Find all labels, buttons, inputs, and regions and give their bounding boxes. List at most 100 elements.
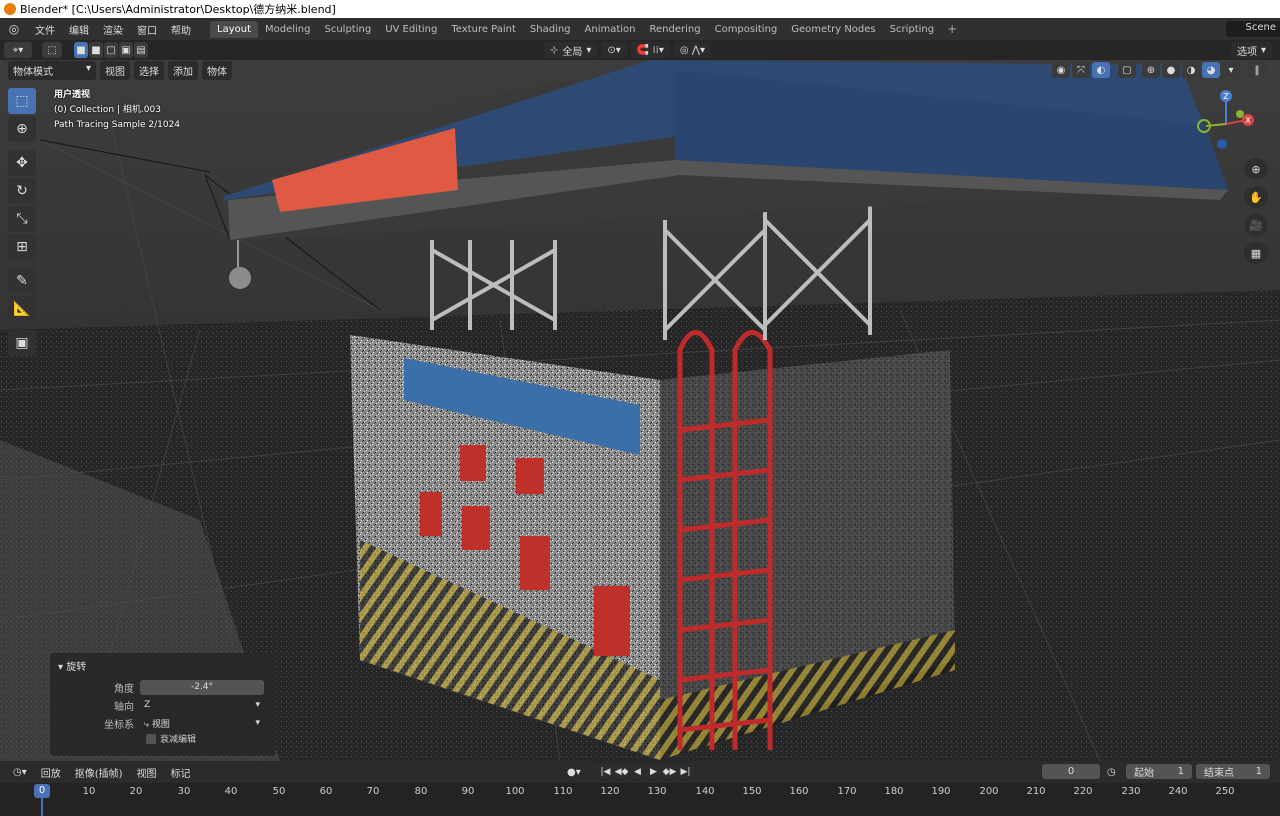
tick-label: 30 <box>177 786 191 797</box>
jump-start-icon[interactable]: |◀ <box>598 764 613 779</box>
auto-keying-icon[interactable]: ●▾ <box>562 767 586 778</box>
ortho-grid-icon[interactable]: ▦ <box>1244 242 1268 264</box>
gizmo-toggle-icon[interactable]: ⤧ <box>1072 62 1090 78</box>
snap-dropdown[interactable]: 🧲 ⁞⁞▾ <box>630 42 670 58</box>
material-shading-icon[interactable]: ◑ <box>1182 62 1200 78</box>
sidebar-toggle-icon[interactable]: ‖ <box>1248 62 1266 78</box>
jump-keyframe-forward-icon[interactable]: ◆▶ <box>662 764 677 779</box>
menu-select[interactable]: 选择 <box>134 60 164 80</box>
checkbox-icon[interactable] <box>146 733 156 744</box>
start-frame-field[interactable]: 起始 1 <box>1126 764 1192 779</box>
transform-orientation-dropdown[interactable]: ⊹ 全局 ▾ <box>544 42 598 58</box>
add-cube-tool-icon[interactable]: ▣ <box>8 330 36 356</box>
rotate-tool-icon[interactable]: ↻ <box>8 178 36 204</box>
proportional-editing-checkbox[interactable]: 衰减编辑 <box>146 732 276 745</box>
jump-keyframe-back-icon[interactable]: ◀◆ <box>614 764 629 779</box>
play-reverse-icon[interactable]: ◀ <box>630 764 645 779</box>
end-frame-field[interactable]: 结束点 1 <box>1196 764 1270 779</box>
play-icon[interactable]: ▶ <box>646 764 661 779</box>
options-dropdown[interactable]: 选项 ▾ <box>1230 42 1272 58</box>
select-tool-icon[interactable]: ⬚ <box>42 42 62 58</box>
timeline-editor-icon[interactable]: ◷▾ <box>8 767 32 778</box>
add-workspace-button[interactable]: + <box>941 22 963 36</box>
timeline-menu-keying[interactable]: 抠像(插帧) <box>70 765 128 780</box>
tick-label: 220 <box>1073 786 1093 797</box>
select-mode-subtract-icon[interactable]: □ <box>104 42 118 58</box>
tab-sculpting[interactable]: Sculpting <box>318 21 379 38</box>
interaction-mode-dropdown[interactable]: 物体模式 ▾ <box>8 60 96 80</box>
shading-options-icon[interactable]: ▾ <box>1222 62 1240 78</box>
3d-viewport[interactable]: 物体模式 ▾ 视图 选择 添加 物体 ◉ ⤧ ◐ ▢ ⊕ ● ◑ ◕ ▾ ‖ 用… <box>0 60 1280 761</box>
timeline-menu-playback[interactable]: 回放 <box>36 765 66 780</box>
tick-label: 200 <box>979 786 999 797</box>
measure-tool-icon[interactable]: 📐 <box>8 296 36 322</box>
menu-file[interactable]: 文件 <box>28 22 62 37</box>
chevron-down-icon: ▾ <box>255 700 260 710</box>
zoom-icon[interactable]: ⊕ <box>1244 158 1268 180</box>
viewport-overlay-info: 用户透视 (0) Collection | 相机.003 Path Tracin… <box>54 88 180 133</box>
menu-help[interactable]: 帮助 <box>164 22 198 37</box>
navigation-gizmo[interactable]: Z X <box>1196 88 1256 158</box>
tab-geometry-nodes[interactable]: Geometry Nodes <box>784 21 882 38</box>
menu-render[interactable]: 渲染 <box>96 22 130 37</box>
tab-rendering[interactable]: Rendering <box>643 21 708 38</box>
tab-uv-editing[interactable]: UV Editing <box>378 21 444 38</box>
menu-edit[interactable]: 编辑 <box>62 22 96 37</box>
rendered-shading-icon[interactable]: ◕ <box>1202 62 1220 78</box>
pan-hand-icon[interactable]: ✋ <box>1244 186 1268 208</box>
timeline-menu-marker[interactable]: 标记 <box>166 765 196 780</box>
timeline-menu-view[interactable]: 视图 <box>132 765 162 780</box>
jump-end-icon[interactable]: ▶| <box>678 764 693 779</box>
pivot-dropdown[interactable]: ⊙▾ <box>601 42 627 58</box>
tick-label: 180 <box>884 786 904 797</box>
tab-animation[interactable]: Animation <box>578 21 643 38</box>
tick-label: 150 <box>742 786 762 797</box>
neg-y-axis-handle[interactable] <box>1236 110 1244 118</box>
angle-field[interactable]: -2.4° <box>140 679 264 695</box>
tab-modeling[interactable]: Modeling <box>258 21 318 38</box>
annotate-tool-icon[interactable]: ✎ <box>8 268 36 294</box>
menu-view[interactable]: 视图 <box>100 60 130 80</box>
axis-dropdown[interactable]: Z ▾ <box>140 697 264 713</box>
neg-z-axis-handle[interactable] <box>1217 139 1227 149</box>
tick-label: 130 <box>647 786 667 797</box>
visibility-icon[interactable]: ◉ <box>1052 62 1070 78</box>
scale-tool-icon[interactable]: ⤡ <box>8 206 36 232</box>
camera-view-icon[interactable]: 🎥 <box>1244 214 1268 236</box>
tab-shading[interactable]: Shading <box>523 21 578 38</box>
overlay-toggle-icon[interactable]: ◐ <box>1092 62 1110 78</box>
tab-texture-paint[interactable]: Texture Paint <box>444 21 523 38</box>
menu-window[interactable]: 窗口 <box>130 22 164 37</box>
solid-shading-icon[interactable]: ● <box>1162 62 1180 78</box>
menu-add[interactable]: 添加 <box>168 60 198 80</box>
editor-type-icon[interactable]: ⌖▾ <box>4 42 32 58</box>
select-mode-extend-icon[interactable]: ■ <box>89 42 103 58</box>
tick-label: 110 <box>553 786 573 797</box>
transform-tool-icon[interactable]: ⊞ <box>8 234 36 260</box>
preview-range-icon[interactable]: ◷ <box>1102 767 1121 778</box>
axis-value: Z <box>144 700 151 710</box>
move-tool-icon[interactable]: ✥ <box>8 150 36 176</box>
scene-selector[interactable]: Scene <box>1225 21 1280 37</box>
collapse-arrow-icon[interactable]: ▾ <box>58 662 63 673</box>
timeline-ruler[interactable]: 10 20 30 40 50 60 70 80 90 100 110 120 1… <box>0 783 1280 816</box>
tab-compositing[interactable]: Compositing <box>708 21 785 38</box>
proportional-dropdown[interactable]: ◎ ⋀▾ <box>673 42 711 58</box>
xray-toggle-icon[interactable]: ▢ <box>1118 62 1136 78</box>
tab-layout[interactable]: Layout <box>210 20 258 38</box>
wireframe-shading-icon[interactable]: ⊕ <box>1142 62 1160 78</box>
menu-object[interactable]: 物体 <box>202 60 232 80</box>
tab-scripting[interactable]: Scripting <box>883 21 941 38</box>
select-box-tool-icon[interactable]: ⬚ <box>8 88 36 114</box>
cursor-tool-icon[interactable]: ⊕ <box>8 116 36 142</box>
blender-menu-icon[interactable]: ◎ <box>0 22 28 36</box>
x-axis-label: X <box>1245 116 1251 125</box>
select-mode-new-icon[interactable]: ■ <box>74 42 88 58</box>
chevron-down-icon: ▾ <box>85 62 91 74</box>
orientation-dropdown[interactable]: ⤷ 视图 ▾ <box>140 715 264 731</box>
playhead[interactable]: 0 <box>34 784 50 798</box>
tick-label: 50 <box>272 786 286 797</box>
current-frame-field[interactable]: 0 <box>1042 764 1100 779</box>
select-mode-invert-icon[interactable]: ▣ <box>119 42 133 58</box>
select-mode-intersect-icon[interactable]: ▤ <box>134 42 148 58</box>
